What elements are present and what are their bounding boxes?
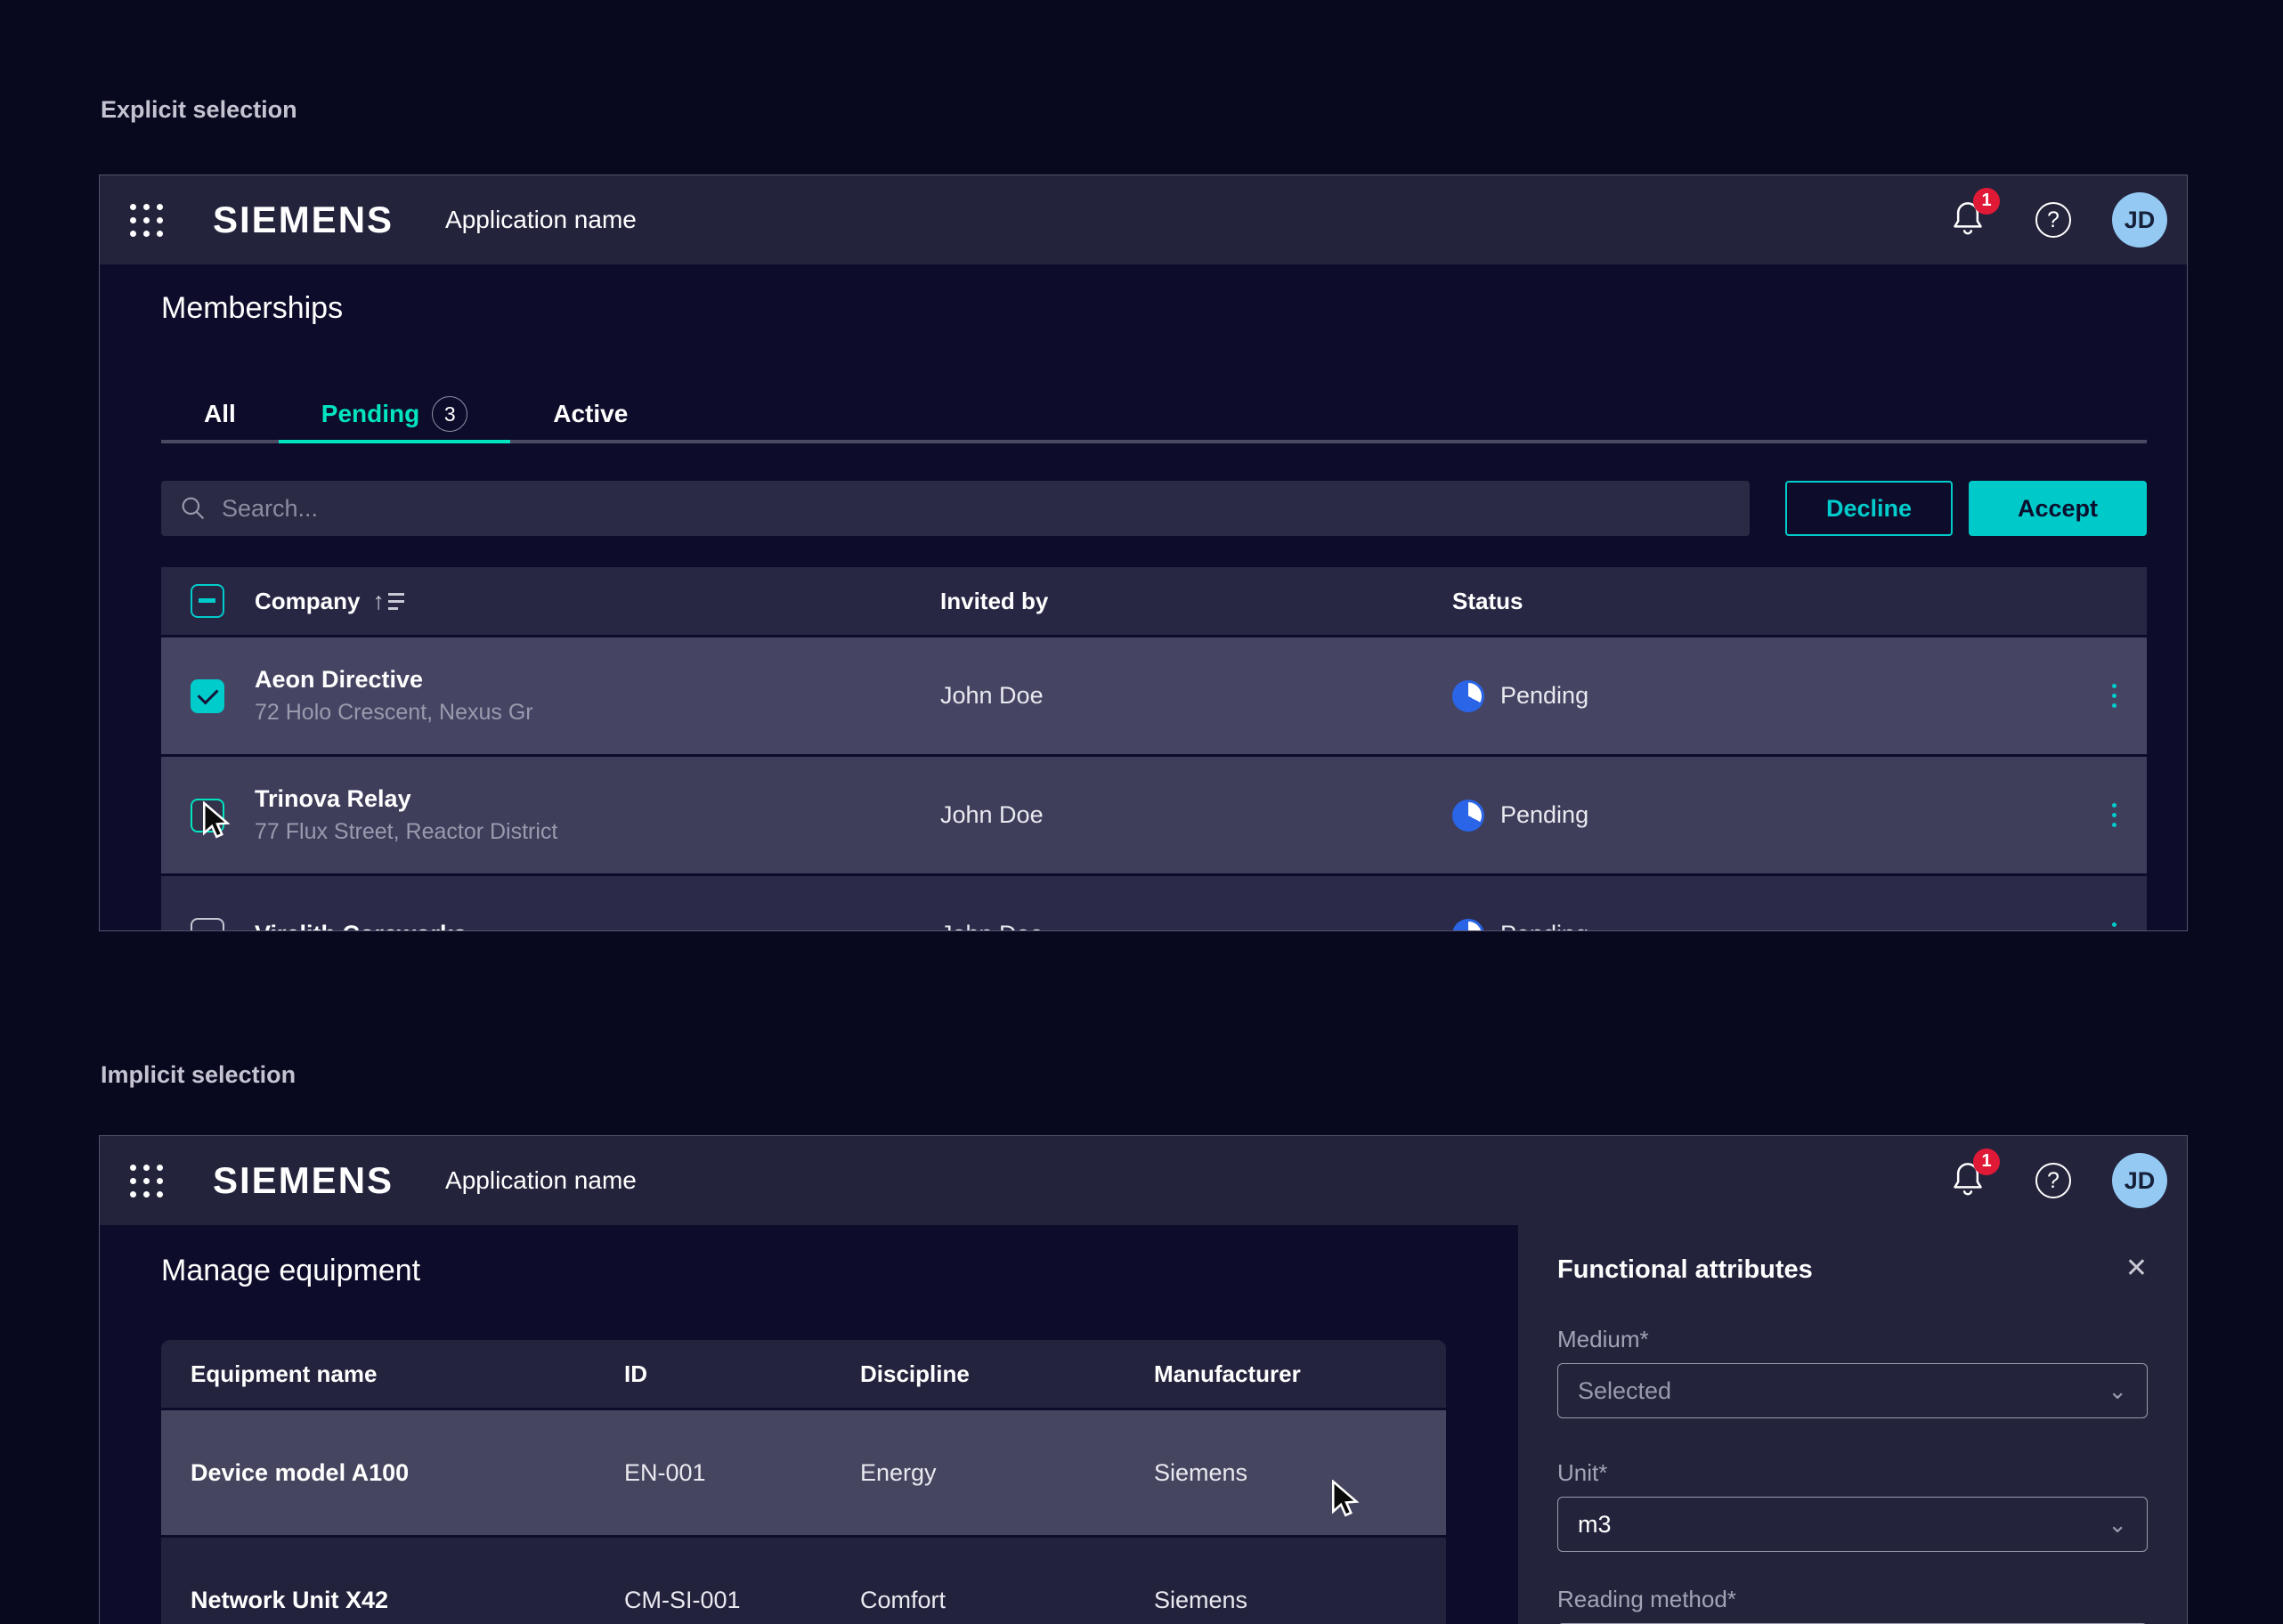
close-icon[interactable]: ✕ [2125,1255,2148,1282]
manufacturer-cell: Siemens [1154,1459,1428,1487]
row-checkbox-unchecked[interactable] [191,918,224,932]
table-row[interactable]: Aeon Directive 72 Holo Crescent, Nexus G… [161,637,2147,754]
tab-active[interactable]: Active [510,388,670,443]
tab-all[interactable]: All [161,388,279,443]
id-cell: CM-SI-001 [624,1587,860,1614]
status-cell: Pending [1452,680,2084,712]
app-header: SIEMENS Application name 1 ? JD [100,1136,2187,1225]
app-name: Application name [445,206,637,234]
equipment-window: SIEMENS Application name 1 ? JD Manage e… [99,1135,2188,1624]
invited-by-cell: John Doe [940,801,1452,829]
field-reading-method: Reading method* ⌄ [1557,1586,2148,1624]
memberships-window: SIEMENS Application name 1 ? JD Membersh… [99,175,2188,931]
field-label: Reading method* [1557,1586,2148,1613]
equipment-name-cell: Network Unit X42 [191,1587,624,1614]
status-cell: Pending [1452,800,2084,832]
manufacturer-cell: Siemens [1154,1587,1428,1614]
siemens-logo: SIEMENS [213,199,394,241]
select-all-checkbox[interactable] [191,584,224,618]
avatar[interactable]: JD [2112,1153,2167,1208]
row-checkbox-checked[interactable] [191,679,224,713]
table-row[interactable]: Trinova Relay 77 Flux Street, Reactor Di… [161,757,2147,873]
chevron-down-icon: ⌄ [2108,1519,2127,1531]
table-row[interactable]: Device model A100 EN-001 Energy Siemens [161,1410,1446,1535]
column-id: ID [624,1360,860,1388]
memberships-table: Company ↑ Invited by Status [161,567,2147,931]
avatar[interactable]: JD [2112,192,2167,248]
select-value: Selected [1578,1377,2108,1405]
invited-by-cell: John Doe [940,921,1452,931]
search-input[interactable] [222,495,1732,523]
pending-status-icon [1452,800,1484,832]
app-launcher-icon[interactable] [130,204,163,237]
discipline-cell: Comfort [860,1587,1154,1614]
notifications-button[interactable]: 1 [1950,1159,1986,1203]
column-company[interactable]: Company ↑ [255,588,940,615]
notifications-button[interactable]: 1 [1950,199,1986,242]
column-status: Status [1452,588,2084,615]
table-row[interactable]: Virelith Coreworks John Doe Pending [161,876,2147,931]
canvas: Explicit selection SIEMENS Application n… [0,0,2283,1624]
app-name: Application name [445,1166,637,1195]
invited-by-cell: John Doe [940,682,1452,710]
field-label: Medium* [1557,1326,2148,1353]
panel-title: Functional attributes [1557,1255,1813,1285]
help-icon[interactable]: ? [2035,202,2071,238]
row-checkbox-hovered[interactable] [191,799,224,832]
unit-select[interactable]: m3 ⌄ [1557,1497,2148,1552]
column-manufacturer: Manufacturer [1154,1360,1428,1388]
status-cell: Pending [1452,919,2084,932]
field-medium: Medium* Selected ⌄ [1557,1326,2148,1418]
notification-badge: 1 [1973,188,2000,215]
row-menu-kebab-icon[interactable] [2108,680,2120,711]
siemens-logo: SIEMENS [213,1159,394,1202]
app-launcher-icon[interactable] [130,1165,163,1198]
table-row[interactable]: Network Unit X42 CM-SI-001 Comfort Sieme… [161,1538,1446,1624]
search-icon [179,494,207,523]
column-discipline: Discipline [860,1360,1154,1388]
help-icon[interactable]: ? [2035,1163,2071,1198]
functional-attributes-panel: Functional attributes ✕ Medium* Selected… [1518,1225,2187,1624]
tab-bar: All Pending 3 Active [161,388,2147,443]
pending-status-icon [1452,680,1484,712]
section-label-implicit: Implicit selection [101,1061,296,1089]
table-header: Equipment name ID Discipline Manufacture… [161,1340,1446,1408]
company-name: Aeon Directive [255,666,940,694]
select-value: m3 [1578,1511,2108,1539]
company-address: 77 Flux Street, Reactor District [255,819,940,845]
search-box[interactable] [161,481,1750,536]
tab-pending[interactable]: Pending 3 [279,388,510,443]
column-equipment-name: Equipment name [191,1360,624,1388]
page-title: Memberships [161,291,2147,326]
notification-badge: 1 [1973,1149,2000,1175]
company-address: 72 Holo Crescent, Nexus Gr [255,700,940,726]
equipment-table: Equipment name ID Discipline Manufacture… [161,1340,1446,1624]
company-name: Trinova Relay [255,785,940,813]
column-invited-by: Invited by [940,588,1452,615]
table-header: Company ↑ Invited by Status [161,567,2147,635]
id-cell: EN-001 [624,1459,860,1487]
app-header: SIEMENS Application name 1 ? JD [100,175,2187,264]
decline-button[interactable]: Decline [1785,481,1953,536]
discipline-cell: Energy [860,1459,1154,1487]
section-label-explicit: Explicit selection [101,96,297,124]
chevron-down-icon: ⌄ [2108,1385,2127,1397]
pending-status-icon [1452,919,1484,932]
equipment-name-cell: Device model A100 [191,1459,624,1487]
field-label: Unit* [1557,1459,2148,1487]
pending-count-badge: 3 [432,396,467,432]
company-name: Virelith Coreworks [255,921,940,931]
page-title: Manage equipment [161,1254,1518,1288]
sort-icon: ↑ [372,589,404,613]
row-menu-kebab-icon[interactable] [2108,919,2120,931]
medium-select[interactable]: Selected ⌄ [1557,1363,2148,1418]
accept-button[interactable]: Accept [1969,481,2147,536]
field-unit: Unit* m3 ⌄ [1557,1459,2148,1552]
row-menu-kebab-icon[interactable] [2108,800,2120,831]
